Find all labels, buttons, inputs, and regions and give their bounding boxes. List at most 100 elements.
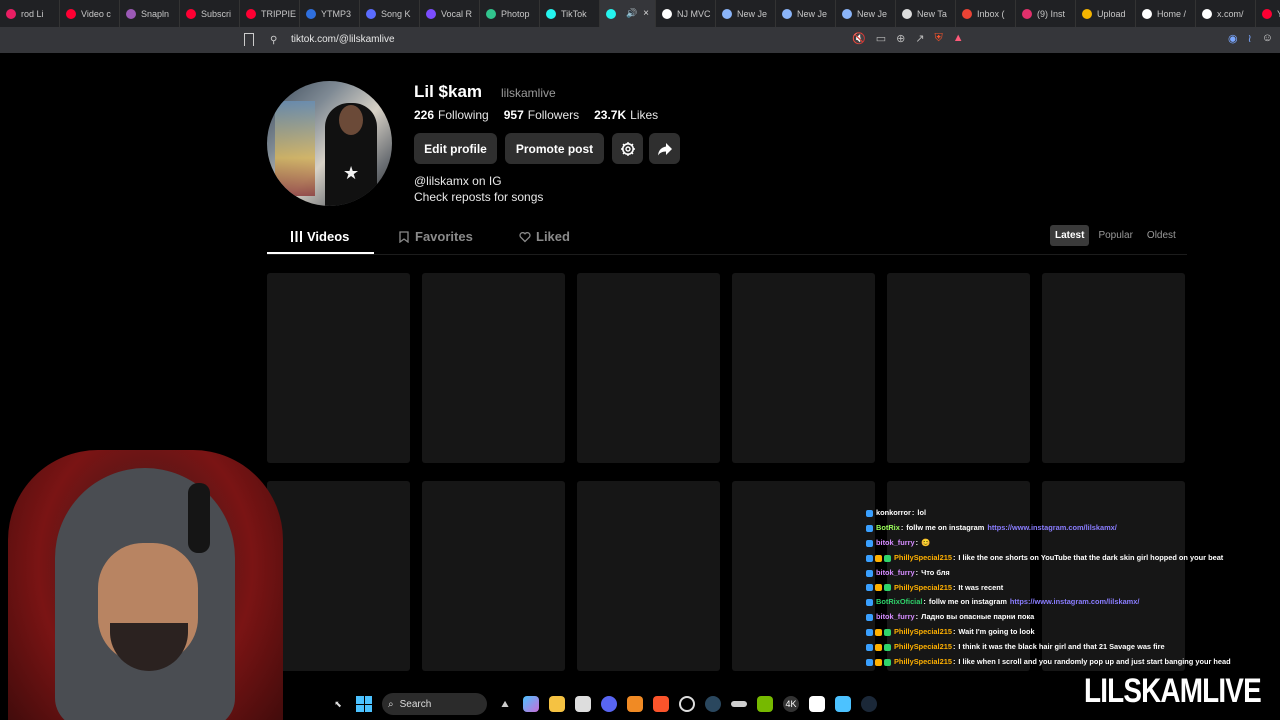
brave-shield-icon[interactable]: ⛨	[935, 32, 943, 45]
video-thumbnail-placeholder[interactable]	[422, 481, 565, 671]
settings-button[interactable]	[612, 133, 643, 164]
close-tab-icon[interactable]: ×	[643, 8, 649, 19]
edit-profile-button[interactable]: Edit profile	[414, 133, 497, 164]
tab-audio-icon[interactable]: 🔊	[626, 8, 637, 19]
brave-rewards-icon[interactable]: ▲	[953, 32, 964, 45]
video-thumbnail-placeholder[interactable]	[267, 273, 410, 463]
sort-oldest-button[interactable]: Oldest	[1142, 225, 1181, 246]
video-thumbnail-placeholder[interactable]	[577, 273, 720, 463]
video-thumbnail-placeholder[interactable]	[1042, 273, 1185, 463]
profile-avatar[interactable]: ★	[267, 81, 392, 206]
tab-favicon-icon	[306, 8, 316, 19]
nvidia-icon[interactable]	[757, 696, 773, 712]
browser-tab[interactable]: (9) Inst	[1016, 0, 1076, 27]
discord-icon[interactable]	[601, 696, 617, 712]
chat-link[interactable]: https://www.instagram.com/lilskamx/	[987, 521, 1117, 536]
browser-tab-label: New Je	[857, 8, 888, 19]
store-icon[interactable]	[575, 696, 591, 712]
chat-message: PhillySpecial215 :I like the one shorts …	[866, 551, 1276, 566]
browser-tab[interactable]: Subscri	[180, 0, 240, 27]
4k-icon[interactable]: 4K	[783, 696, 799, 712]
chat-separator: :	[915, 567, 919, 577]
chat-separator: :	[952, 627, 956, 637]
chat-badge-icon	[866, 644, 873, 652]
chat-separator: :	[923, 597, 926, 607]
notepad-icon[interactable]	[835, 696, 851, 712]
chat-message: bitok_furry : Ладно вы опасные парни пока	[866, 610, 1276, 625]
browser-tab[interactable]: YNW	[1256, 0, 1280, 27]
browser-tab[interactable]: 🔊 ×	[600, 0, 656, 27]
browser-tab[interactable]: Home /	[1136, 0, 1196, 27]
address-bar[interactable]: tiktok.com/@lilskamlive	[291, 34, 395, 45]
video-thumbnail-placeholder[interactable]	[732, 481, 875, 671]
followers-stat[interactable]: 957 Followers	[504, 108, 579, 122]
video-thumbnail-placeholder[interactable]	[577, 481, 720, 671]
tab-liked[interactable]: Liked	[519, 229, 570, 244]
browser-tab[interactable]: x.com/	[1196, 0, 1256, 27]
capcut-icon[interactable]	[809, 696, 825, 712]
browser-tab[interactable]: New Ta	[896, 0, 956, 27]
wave-icon[interactable]: ≀	[1248, 32, 1252, 45]
copilot-icon[interactable]	[523, 696, 539, 712]
bio-line-2: Check reposts for songs	[414, 190, 544, 204]
windows-start-icon[interactable]	[356, 696, 372, 712]
browser-tab[interactable]: TikTok	[540, 0, 600, 27]
video-thumbnail-placeholder[interactable]	[422, 273, 565, 463]
share-icon[interactable]: ↗	[915, 32, 924, 45]
browser-tab[interactable]: NJ MVC	[656, 0, 716, 27]
bookmark-icon[interactable]	[244, 33, 254, 46]
extension-icons: ◉ ≀ ☺	[1228, 32, 1273, 45]
chat-badge-icon	[866, 524, 873, 532]
browser-tab[interactable]: Vocal R	[420, 0, 480, 27]
chat-badges	[866, 644, 891, 652]
screen-icon[interactable]: ▭	[876, 32, 886, 45]
profile-stats: 226 Following 957 Followers 23.7K Likes	[414, 108, 658, 122]
following-stat[interactable]: 226 Following	[414, 108, 489, 122]
chat-text: 😊	[921, 537, 931, 547]
taskbar-search[interactable]: ⌕ Search	[382, 693, 487, 715]
promote-post-button[interactable]: Promote post	[505, 133, 604, 164]
tab-favicon-icon	[1022, 8, 1032, 19]
browser-tab[interactable]: Song K	[360, 0, 420, 27]
tab-favicon-icon	[246, 8, 256, 19]
profile-icon[interactable]: ☺	[1262, 32, 1273, 45]
chat-badge-icon	[875, 554, 882, 562]
extension-icon[interactable]: ◉	[1228, 32, 1238, 45]
sort-popular-button[interactable]: Popular	[1093, 225, 1137, 246]
app-icon[interactable]	[731, 701, 747, 707]
site-settings-icon[interactable]: ⚲	[270, 35, 277, 46]
browser-tab[interactable]: Video c	[60, 0, 120, 27]
obs-icon[interactable]	[679, 696, 695, 712]
file-explorer-icon[interactable]	[549, 696, 565, 712]
share-profile-button[interactable]	[649, 133, 680, 164]
chat-separator: :	[952, 582, 956, 592]
steam-app-icon[interactable]	[861, 696, 877, 712]
browser-tab-label: Snapln	[141, 8, 170, 19]
steam-icon[interactable]	[705, 696, 721, 712]
tab-videos[interactable]: Videos	[291, 229, 349, 244]
browser-tab[interactable]: New Je	[836, 0, 896, 27]
fl-studio-icon[interactable]	[627, 696, 643, 712]
browser-tab-label: Inbox (	[977, 8, 1005, 19]
chat-username: bitok_furry	[876, 612, 915, 622]
browser-tab[interactable]: rod Li	[0, 0, 60, 27]
browser-tab[interactable]: YTMP3	[300, 0, 360, 27]
browser-tab[interactable]: New Je	[776, 0, 836, 27]
chat-badge-icon	[866, 659, 873, 667]
browser-tab[interactable]: Upload	[1076, 0, 1136, 27]
zoom-icon[interactable]: ⊕	[896, 32, 905, 45]
browser-tab[interactable]: New Je	[716, 0, 776, 27]
sort-latest-button[interactable]: Latest	[1050, 225, 1090, 246]
video-thumbnail-placeholder[interactable]	[732, 273, 875, 463]
browser-tab[interactable]: Inbox (	[956, 0, 1016, 27]
tab-favorites[interactable]: Favorites	[398, 229, 473, 244]
browser-tab[interactable]: Snapln	[120, 0, 180, 27]
chat-badges	[866, 539, 873, 547]
browser-tab[interactable]: TRIPPIE	[240, 0, 300, 27]
widget-icon[interactable]: ⛰	[497, 696, 513, 712]
browser-tab[interactable]: Photop	[480, 0, 540, 27]
chat-link[interactable]: https://www.instagram.com/lilskamx/	[1010, 595, 1140, 610]
mute-icon[interactable]: 🔇	[852, 32, 866, 45]
brave-icon[interactable]	[653, 696, 669, 712]
video-thumbnail-placeholder[interactable]	[887, 273, 1030, 463]
